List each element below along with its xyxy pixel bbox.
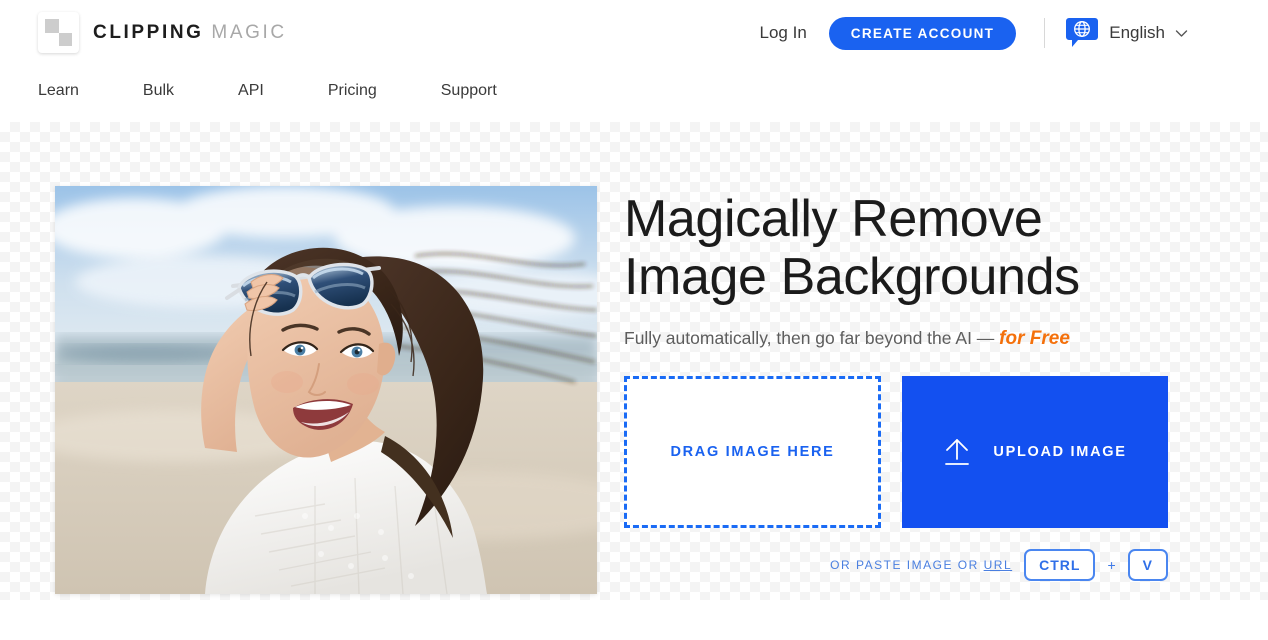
- page-root: CLIPPING MAGIC Log In CREATE ACCOUNT Eng…: [0, 0, 1268, 640]
- paste-hint-text: OR PASTE IMAGE OR URL: [830, 558, 1012, 572]
- beach-portrait-illustration: [55, 186, 597, 594]
- brand-word-secondary: MAGIC: [211, 22, 287, 43]
- key-ctrl: CTRL: [1024, 549, 1096, 581]
- language-selector[interactable]: English: [1065, 16, 1188, 50]
- header-actions: Log In CREATE ACCOUNT English: [760, 16, 1188, 50]
- nav-item-learn[interactable]: Learn: [38, 78, 79, 104]
- log-in-link[interactable]: Log In: [760, 23, 807, 43]
- nav-item-pricing[interactable]: Pricing: [328, 78, 377, 104]
- upload-button-label: UPLOAD IMAGE: [993, 444, 1127, 460]
- hero-subtitle-main: Fully automatically, then go far beyond …: [624, 328, 1000, 348]
- upload-actions: DRAG IMAGE HERE UPLOAD IMAGE: [624, 376, 1184, 528]
- globe-speech-bubble-icon: [1066, 18, 1099, 47]
- dropzone-label: DRAG IMAGE HERE: [670, 444, 835, 460]
- paste-url-link[interactable]: URL: [984, 558, 1013, 572]
- checkerboard-logo-icon: [38, 12, 79, 53]
- create-account-button[interactable]: CREATE ACCOUNT: [828, 16, 1017, 50]
- site-header: CLIPPING MAGIC Log In CREATE ACCOUNT Eng…: [0, 0, 1268, 122]
- hero-sample-photo: [55, 186, 597, 594]
- hero-subtitle-highlight: for Free: [999, 328, 1070, 349]
- chevron-down-icon: [1175, 29, 1188, 37]
- paste-hint-prefix: OR PASTE IMAGE OR: [830, 558, 984, 572]
- nav-item-bulk[interactable]: Bulk: [143, 78, 174, 104]
- brand-logo[interactable]: CLIPPING MAGIC: [38, 12, 287, 53]
- hero-subtitle: Fully automatically, then go far beyond …: [624, 328, 1184, 350]
- brand-word-primary: CLIPPING: [93, 22, 204, 43]
- paste-hint-row: OR PASTE IMAGE OR URL CTRL + V: [624, 549, 1168, 581]
- brand-wordmark: CLIPPING MAGIC: [93, 12, 287, 53]
- main-navigation: Learn Bulk API Pricing Support: [38, 78, 497, 104]
- nav-item-api[interactable]: API: [238, 78, 264, 104]
- upload-arrow-icon: [945, 439, 970, 465]
- upload-image-button[interactable]: UPLOAD IMAGE: [902, 376, 1168, 528]
- page-title: Magically Remove Image Backgrounds: [624, 190, 1080, 306]
- drag-image-dropzone[interactable]: DRAG IMAGE HERE: [624, 376, 881, 528]
- nav-item-support[interactable]: Support: [441, 78, 497, 104]
- key-plus-separator: +: [1107, 557, 1116, 573]
- language-label: English: [1109, 23, 1165, 42]
- key-v: V: [1127, 549, 1168, 581]
- header-divider: [1044, 18, 1046, 48]
- hero-content: Magically Remove Image Backgrounds Fully…: [624, 190, 1184, 581]
